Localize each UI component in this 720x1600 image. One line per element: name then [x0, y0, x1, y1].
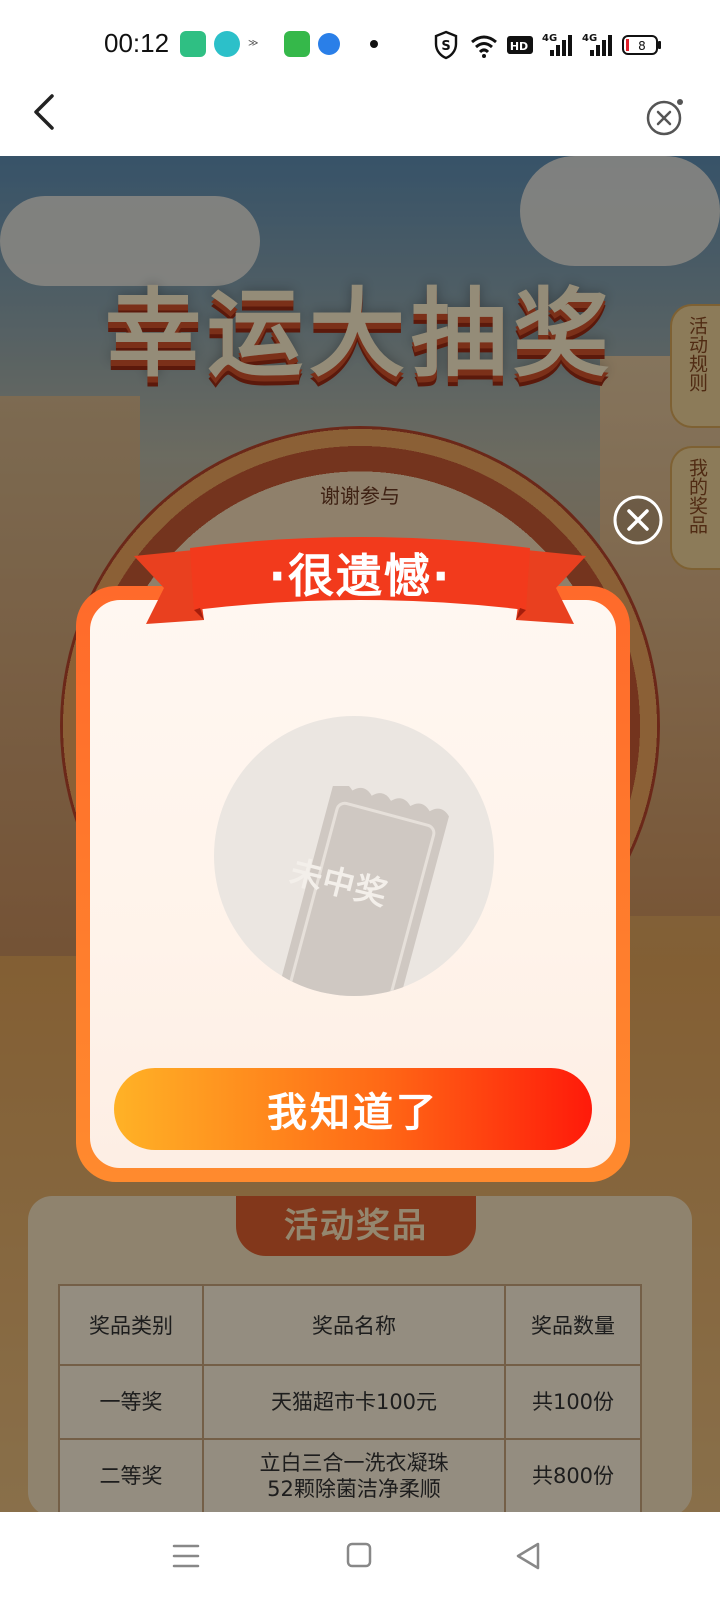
chevron-left-icon	[34, 94, 54, 130]
wifi-icon	[471, 35, 497, 58]
message-icon	[284, 31, 310, 57]
confirm-button[interactable]: 我知道了	[114, 1068, 592, 1150]
browser-icon	[318, 33, 340, 55]
signal-4g-icon: 4G	[542, 33, 572, 56]
notification-dot-icon	[370, 40, 378, 48]
svg-text:4G: 4G	[582, 33, 597, 44]
back-button[interactable]	[28, 90, 68, 150]
home-square-icon[interactable]	[336, 1532, 384, 1580]
battery-icon: 8	[622, 35, 661, 55]
chat-icon	[214, 31, 240, 57]
close-page-button[interactable]	[644, 94, 688, 138]
svg-text:S: S	[441, 39, 450, 54]
modal-close-button[interactable]	[612, 494, 664, 546]
battery-level: 8	[638, 39, 646, 53]
svg-text:HD: HD	[510, 40, 528, 53]
no-prize-illustration: 未中奖	[214, 716, 494, 996]
status-time: 00:12	[104, 28, 170, 58]
modal-title: ·很遗憾·	[268, 549, 452, 603]
menu-icon[interactable]	[162, 1532, 210, 1580]
app-icon	[180, 31, 206, 57]
svg-text:4G: 4G	[542, 33, 557, 44]
shield-icon: S	[434, 30, 458, 60]
app-header	[0, 90, 720, 156]
back-triangle-icon[interactable]	[506, 1532, 554, 1580]
signal-4g-icon: 4G	[582, 33, 612, 56]
hd-icon: HD	[507, 36, 533, 54]
network-speed-icon: ≫	[248, 38, 259, 49]
system-nav-bar	[0, 1512, 720, 1600]
status-bar: 00:12 ≫ S HD 4G 4G 8	[0, 0, 720, 90]
